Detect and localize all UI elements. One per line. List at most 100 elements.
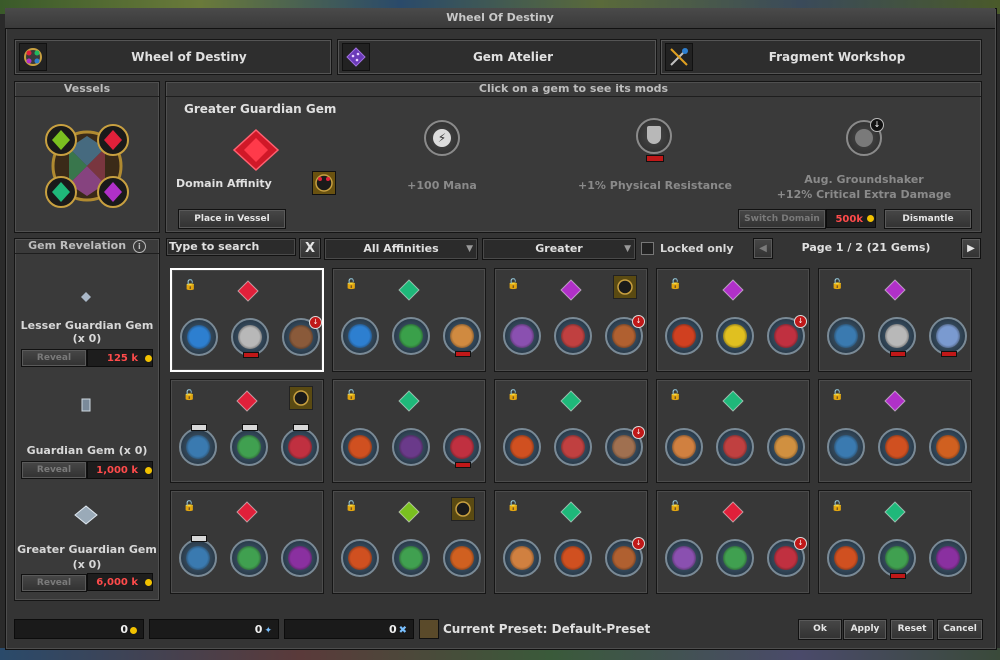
gem-card[interactable]: 🔓 xyxy=(170,490,324,594)
unlock-icon[interactable]: 🔓 xyxy=(184,280,196,291)
gem-mod-icon xyxy=(665,539,703,577)
gem-mod-icon: ↓ xyxy=(767,537,807,577)
unlock-icon[interactable]: 🔓 xyxy=(669,390,681,401)
fragment-tools-icon xyxy=(665,43,693,71)
gem-mod-icon xyxy=(827,539,865,577)
gem-card[interactable]: 🔓 ↓ xyxy=(494,268,648,372)
preset-icon[interactable] xyxy=(419,619,439,639)
greater-price: 6,000 k xyxy=(87,573,153,591)
gem-icon xyxy=(560,501,582,523)
cancel-button[interactable]: Cancel xyxy=(937,619,983,640)
unlock-icon[interactable]: 🔓 xyxy=(183,501,195,512)
lesser-fragment-icon: ✦ xyxy=(264,626,272,636)
vessels-title: Vessels xyxy=(15,82,159,97)
gem-card[interactable]: 🔓 xyxy=(656,379,810,483)
gem-card[interactable]: 🔓 xyxy=(332,490,486,594)
gem-card[interactable]: 🔓 xyxy=(818,268,972,372)
reveal-guardian-button[interactable]: Reveal xyxy=(21,461,87,479)
greater-price-value: 6,000 k xyxy=(96,577,138,588)
locked-only-checkbox[interactable] xyxy=(641,242,654,255)
place-in-vessel-button[interactable]: Place in Vessel xyxy=(178,209,286,229)
unlock-icon[interactable]: 🔓 xyxy=(831,390,843,401)
affinity-select-value: All Affinities xyxy=(363,242,439,255)
augment-badge-icon: ↓ xyxy=(632,315,645,328)
gem-mod-icon xyxy=(554,428,592,466)
clear-search-button[interactable]: X xyxy=(299,238,321,259)
tab-wheel-of-destiny[interactable]: Wheel of Destiny xyxy=(14,39,332,75)
unlock-icon[interactable]: 🔓 xyxy=(831,501,843,512)
greater-gem-name: Greater Guardian Gem (x 0) xyxy=(17,543,157,571)
gem-mod-icon xyxy=(665,317,703,355)
affinity-select[interactable]: All Affinities ▼ xyxy=(324,238,478,260)
tab-fragment-workshop[interactable]: Fragment Workshop xyxy=(660,39,982,75)
switch-price-value: 500k xyxy=(835,214,863,225)
search-input[interactable]: Type to search xyxy=(166,238,296,256)
page-next-button[interactable]: ▶ xyxy=(961,238,981,259)
gem-card[interactable]: 🔓 ↓ xyxy=(170,268,324,372)
gem-card[interactable]: 🔓 ↓ xyxy=(656,490,810,594)
guardian-gem-name: Guardian Gem (x 0) xyxy=(26,444,148,457)
unlock-icon[interactable]: 🔓 xyxy=(669,501,681,512)
reveal-greater-button[interactable]: Reveal xyxy=(21,574,87,592)
reveal-lesser-button[interactable]: Reveal xyxy=(21,349,87,367)
gem-card[interactable]: 🔓 ↓ xyxy=(494,490,648,594)
currency-fragment-value: 0 xyxy=(254,623,263,636)
domain-affinity-icon xyxy=(451,497,475,521)
unlock-icon[interactable]: 🔓 xyxy=(345,279,357,290)
gem-mod-icon xyxy=(392,539,430,577)
gem-detail-panel: Click on a gem to see its mods Greater G… xyxy=(165,81,982,233)
vessel-wheel[interactable] xyxy=(39,118,135,214)
gem-icon xyxy=(722,279,744,301)
unlock-icon[interactable]: 🔓 xyxy=(507,390,519,401)
vessels-panel: Vessels xyxy=(14,81,160,233)
tier-badge-icon xyxy=(191,535,207,542)
ok-button[interactable]: Ok xyxy=(798,619,842,640)
gem-mod-icon xyxy=(827,317,865,355)
gem-icon xyxy=(722,390,744,412)
gem-card[interactable]: 🔓 xyxy=(332,379,486,483)
unlock-icon[interactable]: 🔓 xyxy=(831,279,843,290)
unlock-icon[interactable]: 🔓 xyxy=(669,279,681,290)
gem-mod-icon xyxy=(716,317,754,355)
currency-gold-value: 0 xyxy=(120,623,128,636)
page-prev-button[interactable]: ◀ xyxy=(753,238,773,259)
tier-badge-icon xyxy=(293,424,309,431)
apply-button[interactable]: Apply xyxy=(843,619,887,640)
physical-badge-icon xyxy=(646,155,664,162)
unlock-icon[interactable]: 🔓 xyxy=(507,279,519,290)
info-icon[interactable]: i xyxy=(132,240,146,253)
gem-card[interactable]: 🔓 xyxy=(170,379,324,483)
lesser-gem-icon xyxy=(81,287,91,302)
tab-gem-atelier[interactable]: Gem Atelier xyxy=(337,39,657,75)
augment-badge-icon: ↓ xyxy=(632,537,645,550)
unlock-icon[interactable]: 🔓 xyxy=(345,501,357,512)
dismantle-button[interactable]: Dismantle xyxy=(884,209,972,229)
domain-affinity-icon xyxy=(312,171,336,195)
gem-card[interactable]: 🔓 xyxy=(332,268,486,372)
switch-domain-button[interactable]: Switch Domain xyxy=(738,209,826,229)
quality-select[interactable]: Greater ▼ xyxy=(482,238,636,260)
gem-card[interactable]: 🔓 ↓ xyxy=(494,379,648,483)
gem-mod-icon xyxy=(503,317,541,355)
gem-card[interactable]: 🔓 xyxy=(818,490,972,594)
mod-1-text: +100 Mana xyxy=(407,179,477,192)
unlock-icon[interactable]: 🔓 xyxy=(345,390,357,401)
gem-mod-icon xyxy=(929,428,967,466)
unlock-icon[interactable]: 🔓 xyxy=(507,501,519,512)
gem-mod-icon xyxy=(179,424,217,466)
physical-badge-icon xyxy=(455,462,471,468)
gem-mod-icon xyxy=(878,428,916,466)
gem-card[interactable]: 🔓 xyxy=(818,379,972,483)
currency-gold-box: 0 xyxy=(14,619,144,639)
gem-card[interactable]: 🔓 ↓ xyxy=(656,268,810,372)
reset-button[interactable]: Reset xyxy=(890,619,934,640)
gem-mod-icon xyxy=(281,424,319,466)
gold-coin-icon xyxy=(145,467,152,474)
tab-label: Wheel of Destiny xyxy=(131,50,247,64)
unlock-icon[interactable]: 🔓 xyxy=(183,390,195,401)
guardian-gem-icon xyxy=(81,397,91,412)
gem-mod-icon xyxy=(230,539,268,577)
lesser-price: 125 k xyxy=(87,349,153,367)
gem-mod-icon xyxy=(878,539,916,579)
physical-badge-icon xyxy=(941,351,957,357)
